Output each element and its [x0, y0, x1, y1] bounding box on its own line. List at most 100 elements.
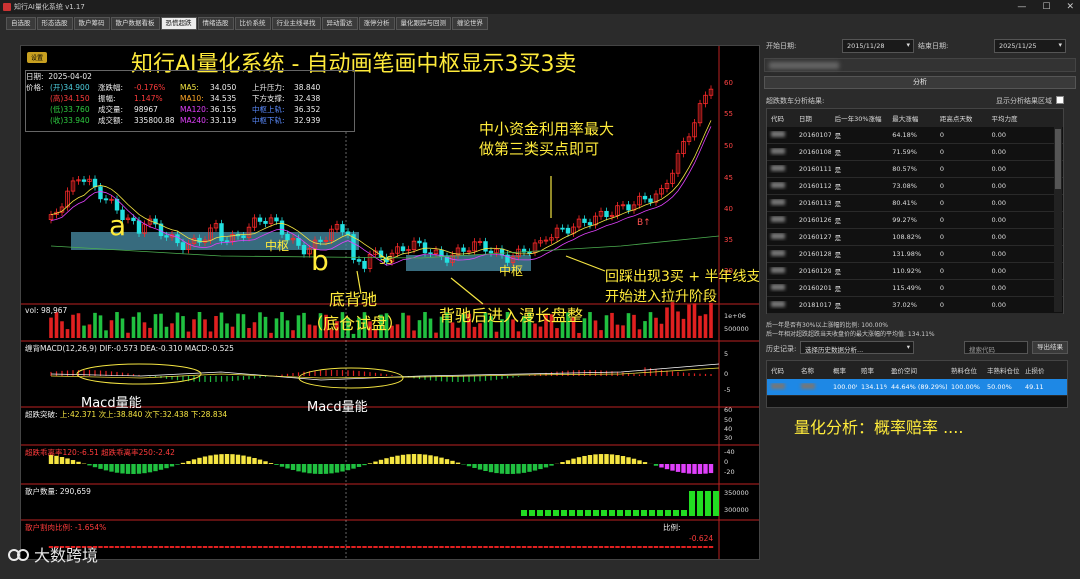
column-header[interactable]: 丰熟料仓位 — [983, 365, 1021, 375]
cell-avg: 0.00 — [991, 131, 1007, 139]
table-row[interactable]: 20160111 是 80.57% 0 0.00 — [767, 161, 1063, 178]
table-row[interactable]: 20160127 是 108.82% 0 0.00 — [767, 229, 1063, 246]
table-row[interactable]: 20160126 是 99.27% 0 0.00 — [767, 212, 1063, 229]
column-header[interactable]: 概率 — [829, 365, 857, 375]
retail-ratio-bar — [664, 546, 670, 548]
table-row[interactable]: 20160129 是 110.92% 0 0.00 — [767, 263, 1063, 280]
result-table-scrollbar[interactable] — [1054, 127, 1062, 312]
tab-3[interactable]: 散户数据看板 — [110, 17, 160, 30]
volume-bar — [263, 316, 268, 338]
analyze-button[interactable]: 分析 — [764, 76, 1076, 89]
retail-ratio-bar — [703, 546, 708, 548]
column-header[interactable]: 盈价空间 — [887, 365, 947, 375]
close-button[interactable]: ✕ — [1066, 2, 1074, 12]
tab-11[interactable]: 缠论世界 — [452, 17, 488, 30]
table-row[interactable]: 100.00% 134.11% 44.64% (89.29%) 100.00% 50.0… — [767, 379, 1067, 396]
candle-body — [428, 252, 433, 255]
volume-bar — [274, 318, 279, 338]
result-table[interactable]: 代码 日期 后一年30%涨幅 最大涨幅 距高点天数 平均力度 20160107 是 64.18… — [766, 108, 1064, 314]
info-field-b: 涨跌幅: — [98, 83, 124, 92]
deviation-bar — [323, 464, 329, 474]
chart-panel[interactable]: 设置 知行AI量化系统 - 自动画笔画中枢显示3买3卖 60 55 50 45 40 35… — [20, 45, 760, 560]
retail-ratio-bar — [158, 546, 164, 548]
blurred-code-cell — [767, 165, 795, 173]
history-select[interactable]: 选择历史数据分析... ▾ — [800, 341, 914, 354]
column-header[interactable]: 名称 — [797, 365, 829, 375]
retail-ratio-bar — [197, 546, 202, 548]
tab-1[interactable]: 形态选股 — [36, 17, 73, 30]
macd-bar — [589, 370, 591, 376]
table-row[interactable]: 20181017 是 37.02% 0 0.00 — [767, 297, 1063, 314]
chevron-down-icon: ▾ — [1058, 41, 1062, 49]
column-header[interactable]: 平均力度 — [988, 113, 1063, 123]
start-date-input[interactable]: 2015/11/28 ▾ — [842, 39, 914, 53]
retail-ratio-bar — [257, 546, 263, 548]
cell-stop: 49.11 — [1025, 383, 1044, 391]
summary-table[interactable]: 代码名称概率赔率盈价空间熟料仓位丰熟料仓位止损价 100.00% 134.11% 4… — [766, 360, 1068, 408]
column-header[interactable]: 熟料仓位 — [947, 365, 983, 375]
sub-axis-label: 50 — [724, 416, 732, 424]
volume-bar — [434, 332, 438, 338]
retail-ratio-bar — [142, 546, 147, 548]
tab-9[interactable]: 涨停分析 — [358, 17, 395, 30]
table-row[interactable]: 20160108 是 71.59% 0 0.00 — [767, 144, 1063, 161]
show-region-checkbox[interactable] — [1056, 96, 1064, 104]
stock-code-input[interactable] — [764, 58, 1076, 72]
volume-bar — [82, 325, 86, 338]
volume-bar — [175, 312, 180, 338]
tab-0[interactable]: 自选股 — [6, 17, 36, 30]
column-header[interactable]: 赔率 — [857, 365, 887, 375]
column-header[interactable]: 后一年30%涨幅 — [831, 113, 889, 123]
table-row[interactable]: 20160128 是 131.98% 0 0.00 — [767, 246, 1063, 263]
deviation-bar — [593, 454, 598, 464]
info-field-e: 34.535 — [210, 94, 237, 103]
candle-body — [417, 240, 422, 244]
minimize-button[interactable]: — — [1017, 2, 1026, 12]
deviation-bar — [274, 464, 279, 465]
price-info-box: 日期: 2025-04-02 价格: (开)34.900 涨跌幅: -0.176% MA… — [25, 70, 355, 132]
maximize-button[interactable]: ☐ — [1042, 2, 1050, 12]
tab-5[interactable]: 情绪选股 — [197, 17, 234, 30]
table-row[interactable]: 20160201 是 115.49% 0 0.00 — [767, 280, 1063, 297]
price-axis-label: 40 — [724, 205, 733, 213]
volume-bar — [302, 312, 306, 338]
column-header[interactable]: 止损价 — [1021, 365, 1053, 375]
column-header[interactable]: 代码 — [767, 113, 795, 123]
retail-ratio-bar — [362, 546, 367, 548]
tab-10[interactable]: 量化跟踪与回测 — [395, 17, 451, 30]
volume-bar — [208, 331, 213, 338]
tab-2[interactable]: 散户筹码 — [73, 17, 110, 30]
tab-8[interactable]: 异动雷达 — [321, 17, 358, 30]
volume-bar — [115, 312, 119, 338]
deviation-bar — [527, 464, 532, 472]
tab-4[interactable]: 恐慌超跌 — [160, 17, 197, 30]
deviation-bar — [532, 464, 538, 471]
export-button[interactable]: 导出结果 — [1032, 341, 1068, 354]
macd-bar — [380, 373, 382, 376]
scroll-thumb[interactable] — [1055, 129, 1061, 189]
end-date-input[interactable]: 2025/11/25 ▾ — [994, 39, 1066, 53]
table-row[interactable]: 20160107 是 64.18% 0 0.00 — [767, 127, 1063, 144]
retail-count-bar — [585, 510, 591, 516]
tab-6[interactable]: 比价系统 — [234, 17, 271, 30]
volume-bar — [54, 312, 59, 338]
macd-bar — [66, 370, 69, 376]
retail-count-bar — [681, 510, 687, 516]
column-header[interactable]: 代码 — [767, 365, 797, 375]
retail-ratio-bar — [686, 546, 692, 548]
sub-axis-label: 0 — [724, 458, 728, 466]
cell-date: 20160201 — [798, 284, 831, 292]
volume-label: vol: 98,967 — [25, 306, 68, 315]
column-header[interactable]: 最大涨幅 — [888, 113, 936, 123]
tab-7[interactable]: 行业主线寻找 — [271, 17, 321, 30]
retail-ratio-bar — [411, 546, 417, 548]
retail-count-bar — [617, 510, 623, 516]
retail-ratio-bar — [318, 546, 323, 548]
table-row[interactable]: 20160112 是 73.08% 0 0.00 — [767, 178, 1063, 195]
code-search-input[interactable]: 搜索代码 — [964, 341, 1028, 354]
deviation-bar — [538, 464, 543, 470]
info-field-d: MA5: — [180, 83, 199, 92]
table-row[interactable]: 20160113 是 80.41% 0 0.00 — [767, 195, 1063, 212]
column-header[interactable]: 日期 — [795, 113, 831, 123]
column-header[interactable]: 距高点天数 — [936, 113, 988, 123]
